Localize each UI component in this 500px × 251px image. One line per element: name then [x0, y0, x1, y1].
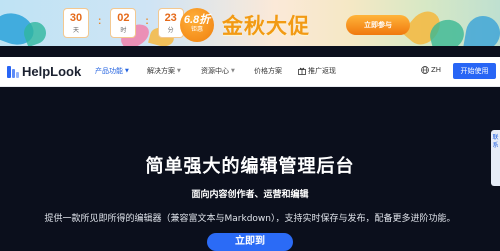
promo-banner[interactable]: 30 天 : 02 时 : 23 分 6.8折 钜惠 金秋大促 立即参与	[0, 0, 500, 46]
language-switcher[interactable]: ZH	[421, 66, 441, 74]
globe-icon	[421, 66, 429, 74]
countdown-timer: 30 天 : 02 时 : 23 分	[63, 8, 184, 38]
hero-cta-button[interactable]: 立即到	[207, 233, 293, 251]
nav-item-label: 解决方案	[147, 67, 175, 75]
countdown-value: 02	[117, 12, 130, 24]
top-navbar: HelpLook 产品功能 ▼ 解决方案 ▼ 资源中心 ▼ 价格方案 推广返现 …	[0, 57, 500, 87]
nav-item-label: 资源中心	[201, 67, 229, 75]
nav-item-product-features[interactable]: 产品功能 ▼	[95, 66, 129, 76]
decor-leaf	[463, 13, 500, 46]
side-tab-label: 联系	[492, 134, 499, 149]
logo-text: HelpLook	[22, 64, 82, 79]
helplook-logo-icon	[7, 65, 19, 78]
discount-value: 6.8折	[183, 14, 211, 26]
hero-description: 提供一款所见即所得的编辑器（兼容富文本与Markdown），支持实时保存与发布，…	[44, 214, 456, 224]
gift-icon	[298, 67, 306, 75]
nav-item-solutions[interactable]: 解决方案 ▼	[147, 66, 181, 76]
logo[interactable]: HelpLook	[7, 64, 81, 79]
nav-item-label: 产品功能	[95, 67, 123, 75]
language-label: ZH	[431, 66, 442, 74]
discount-suffix: 钜惠	[190, 26, 203, 33]
nav-item-label: 推广返现	[308, 67, 336, 75]
countdown-separator: :	[145, 16, 149, 27]
discount-badge: 6.8折 钜惠	[180, 8, 214, 42]
countdown-days: 30 天	[63, 8, 89, 38]
nav-item-pricing[interactable]: 价格方案	[254, 66, 282, 76]
promo-title: 金秋大促	[222, 14, 310, 38]
countdown-hours: 02 时	[110, 8, 137, 38]
hero-title: 简单强大的编辑管理后台	[145, 156, 355, 177]
countdown-value: 30	[69, 12, 83, 24]
nav-item-resources[interactable]: 资源中心 ▼	[201, 66, 235, 76]
get-started-button[interactable]: 开始使用	[453, 63, 496, 79]
chevron-down-icon: ▼	[231, 68, 235, 74]
chevron-down-icon: ▼	[177, 68, 181, 74]
chevron-down-icon: ▼	[125, 68, 129, 74]
countdown-unit: 时	[120, 27, 127, 34]
contact-side-tab[interactable]: 联系	[491, 130, 500, 186]
countdown-unit: 天	[72, 27, 79, 34]
promo-join-button[interactable]: 立即参与	[346, 15, 410, 35]
hero-subtitle: 面向内容创作者、运营和编辑	[191, 190, 309, 200]
nav-item-label: 价格方案	[254, 67, 282, 75]
countdown-separator: :	[98, 16, 102, 27]
nav-item-referral[interactable]: 推广返现	[298, 66, 336, 76]
